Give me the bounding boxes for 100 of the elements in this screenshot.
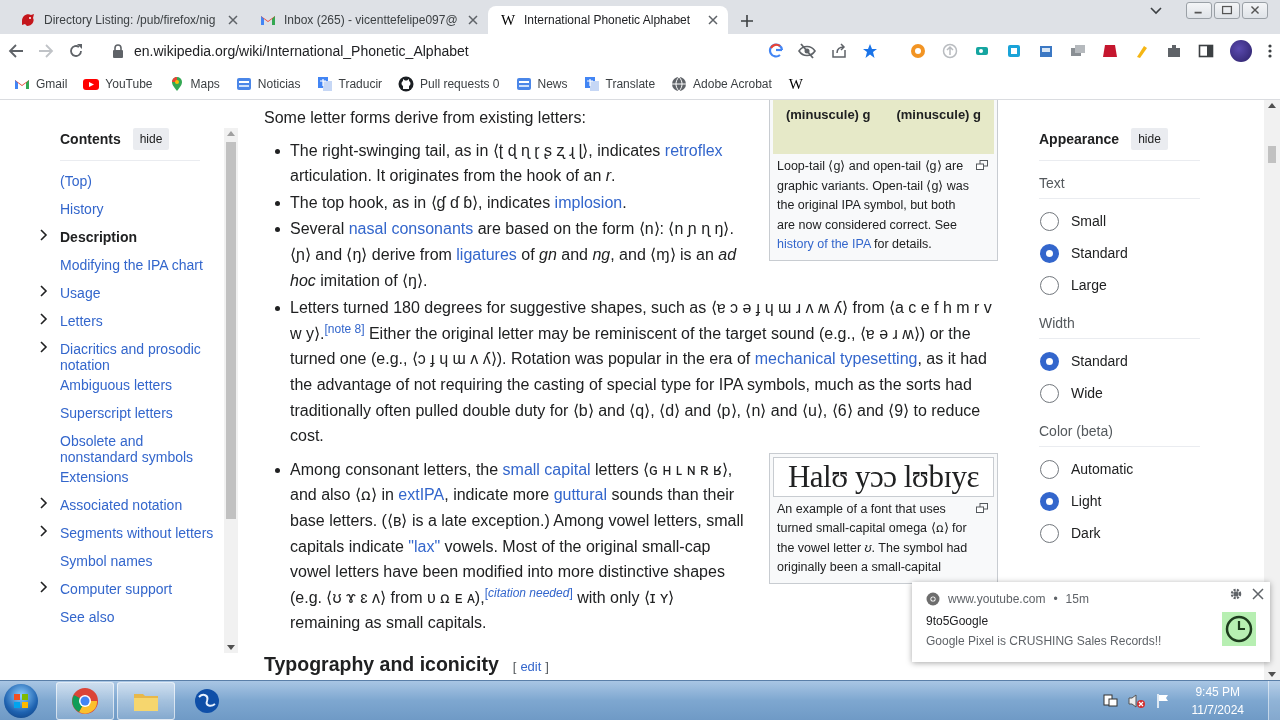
toc-link[interactable]: Modifying the IPA chart (60, 253, 203, 273)
reload-icon[interactable] (68, 43, 84, 59)
hide-button[interactable]: hide (132, 128, 170, 150)
toc-link[interactable]: Letters (60, 309, 103, 329)
toc-link[interactable]: Extensions (60, 465, 129, 485)
radio-button[interactable] (1040, 211, 1059, 231)
toc-link[interactable]: Associated notation (60, 493, 183, 513)
close-icon[interactable] (466, 13, 480, 27)
radio-button[interactable] (1040, 523, 1059, 543)
browser-tab[interactable]: W International Phonetic Alphabet (488, 6, 728, 34)
article-link[interactable]: small capital (502, 460, 591, 478)
muted-speaker-icon[interactable] (1127, 692, 1146, 709)
chevron-down-icon[interactable] (1150, 6, 1162, 15)
radio-label[interactable]: Wide (1071, 385, 1103, 401)
star-icon[interactable] (862, 43, 878, 59)
arrow-up-icon[interactable] (1268, 103, 1276, 108)
article-link[interactable]: mechanical typesetting (754, 350, 918, 368)
plus-icon[interactable] (740, 14, 754, 28)
toc-link[interactable]: Computer support (60, 577, 173, 597)
toc-link[interactable]: Ambiguous letters (60, 373, 173, 393)
taskbar-button[interactable] (56, 681, 114, 720)
article-link[interactable]: "lax" (408, 537, 441, 555)
article-link[interactable]: retroflex (664, 141, 723, 159)
radio-button[interactable] (1040, 383, 1059, 403)
article-link[interactable]: implosion (554, 193, 623, 211)
close-icon[interactable] (1252, 588, 1264, 600)
toc-link[interactable]: Usage (60, 281, 101, 301)
chevron-right-icon[interactable] (40, 497, 48, 509)
settings-icon[interactable] (1230, 588, 1242, 600)
hide-button[interactable]: hide (1131, 128, 1168, 150)
chevron-right-icon[interactable] (40, 341, 48, 353)
footnote-link[interactable]: [note 8] (324, 321, 365, 336)
toc-link[interactable]: (Top) (60, 169, 92, 189)
footnote-link[interactable]: [citation needed] (484, 585, 573, 600)
chevron-right-icon[interactable] (40, 525, 48, 537)
close-icon[interactable] (1242, 2, 1268, 19)
bookmark-favicon[interactable]: W (787, 75, 804, 92)
chevron-right-icon[interactable] (40, 313, 48, 325)
scrollbar[interactable] (1264, 100, 1280, 680)
enlarge-icon[interactable] (976, 502, 988, 513)
bookmark-item[interactable]: Traducir (316, 75, 383, 92)
toc-link[interactable]: Description (60, 225, 137, 245)
profile-avatar[interactable] (1230, 40, 1252, 62)
eye-slash-icon[interactable] (798, 43, 816, 59)
chevron-right-icon[interactable] (40, 581, 48, 593)
bookmark-item[interactable]: Adobe Acrobat (671, 75, 772, 92)
bookmark-item[interactable]: News (515, 75, 568, 92)
toc-link[interactable]: Obsolete and nonstandard symbols (60, 429, 224, 465)
extension-icon[interactable] (1102, 43, 1118, 59)
bookmark-item[interactable]: Gmail (14, 75, 68, 92)
toc-link[interactable]: Superscript letters (60, 401, 173, 421)
notification-popup[interactable]: www.youtube.com • 15m 9to5Google Google Pixel is CRUSHING Sales Records!! (912, 582, 1270, 662)
side-panel-icon[interactable] (1198, 43, 1214, 59)
toc-link[interactable]: History (60, 197, 104, 217)
share-icon[interactable] (830, 43, 848, 59)
radio-label[interactable]: Light (1071, 493, 1102, 509)
article-link[interactable]: extIPA (398, 486, 445, 504)
toc-link[interactable]: See also (60, 605, 115, 625)
radio-label[interactable]: Small (1071, 213, 1106, 229)
radio-button[interactable] (1040, 459, 1059, 479)
enlarge-icon[interactable] (976, 160, 988, 170)
scroll-thumb[interactable] (1268, 146, 1276, 163)
back-icon[interactable] (8, 43, 24, 59)
radio-label[interactable]: Dark (1071, 525, 1101, 541)
article-link[interactable]: ligatures (456, 245, 517, 263)
toc-link[interactable]: Symbol names (60, 549, 153, 569)
extension-icon[interactable] (1070, 43, 1086, 59)
edit-link[interactable]: edit (520, 653, 542, 680)
toc-link[interactable]: Segments without letters (60, 521, 214, 541)
bookmark-item[interactable]: Maps (168, 75, 220, 92)
scroll-thumb[interactable] (226, 142, 236, 519)
article-link[interactable]: nasal consonants (348, 220, 474, 238)
radio-button[interactable] (1040, 491, 1059, 511)
network-icon[interactable] (1101, 692, 1118, 709)
radio-label[interactable]: Standard (1071, 245, 1128, 261)
flag-icon[interactable] (1155, 692, 1170, 709)
bookmark-item[interactable]: Pull requests 0 (398, 75, 500, 92)
radio-button[interactable] (1040, 351, 1059, 371)
bookmark-item[interactable]: Noticias (235, 75, 301, 92)
browser-tab[interactable]: Directory Listing: /pub/firefox/nig (8, 6, 248, 34)
show-desktop-button[interactable] (1268, 680, 1280, 720)
close-icon[interactable] (226, 13, 240, 27)
url-field[interactable]: en.wikipedia.org/wiki/International_Phonetic_Alphabet (134, 43, 758, 59)
browser-tab[interactable]: Inbox (265) - vicenttefelipe097@ (248, 6, 488, 34)
scrollbar[interactable] (224, 128, 238, 653)
article-link[interactable]: history of the IPA (777, 237, 871, 251)
arrow-down-icon[interactable] (1268, 672, 1276, 677)
radio-button[interactable] (1040, 275, 1059, 295)
extension-icon[interactable] (1038, 43, 1054, 59)
chevron-right-icon[interactable] (40, 285, 48, 297)
radio-label[interactable]: Large (1071, 277, 1107, 293)
toc-link[interactable]: Diacritics and prosodic notation (60, 337, 224, 373)
arrow-down-icon[interactable] (227, 645, 235, 650)
bookmark-item[interactable]: YouTube (83, 75, 153, 92)
extension-icon[interactable] (1006, 43, 1022, 59)
radio-button[interactable] (1040, 243, 1059, 263)
radio-label[interactable]: Standard (1071, 353, 1128, 369)
radio-label[interactable]: Automatic (1071, 461, 1134, 477)
bookmark-item[interactable]: Translate (583, 75, 656, 92)
article-link[interactable]: guttural (553, 486, 607, 504)
